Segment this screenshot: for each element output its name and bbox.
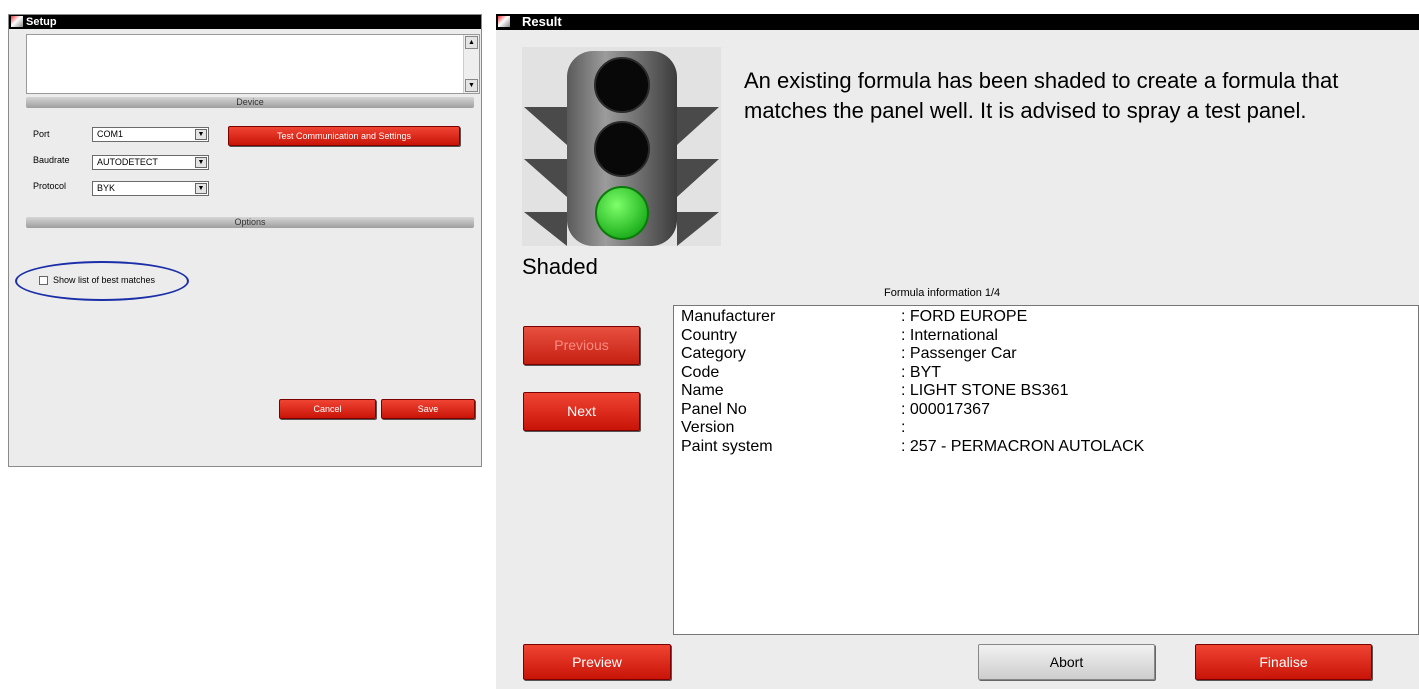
previous-button[interactable]: Previous bbox=[523, 326, 640, 365]
formula-info-panel: Manufacturer : FORD EUROPE Country : Intern… bbox=[673, 305, 1419, 635]
chevron-down-icon[interactable]: ▼ bbox=[195, 157, 207, 168]
port-select[interactable]: COM1 ▼ bbox=[92, 127, 209, 142]
formula-info-key: Code bbox=[681, 363, 720, 381]
amber-light bbox=[594, 121, 650, 177]
formula-info-header: Formula information 1/4 bbox=[884, 287, 1001, 299]
formula-info-value: : 257 - PERMACRON AUTOLACK bbox=[901, 437, 1145, 455]
save-button[interactable]: Save bbox=[381, 399, 475, 419]
formula-info-key: Country bbox=[681, 326, 738, 344]
protocol-value: BYK bbox=[97, 183, 116, 193]
formula-info-value: : bbox=[901, 419, 906, 436]
formula-info-value: : Passenger Car bbox=[901, 345, 1017, 362]
result-message: An existing formula has been shaded to c… bbox=[744, 68, 1339, 123]
app-logo-icon bbox=[11, 16, 23, 27]
traffic-light-icon bbox=[524, 51, 719, 246]
finalise-button[interactable]: Finalise bbox=[1195, 644, 1372, 680]
show-best-matches-checkbox[interactable] bbox=[39, 276, 48, 285]
traffic-light-panel bbox=[522, 47, 721, 246]
formula-info-key: Version bbox=[681, 419, 735, 436]
chevron-down-icon[interactable]: ▼ bbox=[195, 183, 207, 194]
baudrate-select[interactable]: AUTODETECT ▼ bbox=[92, 155, 209, 170]
formula-info-value: : LIGHT STONE BS361 bbox=[901, 382, 1069, 399]
green-light bbox=[595, 186, 649, 240]
next-button[interactable]: Next bbox=[523, 392, 640, 431]
formula-info-key: Panel No bbox=[681, 400, 747, 418]
chevron-down-icon[interactable]: ▼ bbox=[195, 129, 207, 140]
formula-info-key: Paint system bbox=[681, 437, 773, 455]
formula-info-key: Category bbox=[681, 345, 746, 362]
protocol-select[interactable]: BYK ▼ bbox=[92, 181, 209, 196]
test-communication-button[interactable]: Test Communication and Settings bbox=[228, 126, 460, 146]
result-window: Result An existing formula has been shad… bbox=[496, 14, 1419, 689]
formula-info-value: : BYT bbox=[901, 363, 942, 381]
formula-info-value: : FORD EUROPE bbox=[901, 308, 1028, 325]
app-logo-icon bbox=[498, 16, 510, 27]
cancel-button[interactable]: Cancel bbox=[279, 399, 376, 419]
result-status-label: Shaded bbox=[522, 254, 598, 279]
result-title: Result bbox=[522, 14, 562, 29]
formula-info-value: : 000017367 bbox=[901, 400, 990, 418]
scroll-down-icon[interactable]: ▼ bbox=[465, 79, 478, 92]
baudrate-value: AUTODETECT bbox=[97, 157, 158, 167]
show-best-matches-label: Show list of best matches bbox=[53, 275, 156, 285]
abort-button[interactable]: Abort bbox=[978, 644, 1155, 680]
setup-log-memo[interactable]: ▲ ▼ bbox=[26, 34, 480, 94]
device-section-header: Device bbox=[26, 97, 474, 108]
port-value: COM1 bbox=[97, 129, 124, 139]
red-light bbox=[594, 57, 650, 113]
scroll-up-icon[interactable]: ▲ bbox=[465, 36, 478, 49]
memo-scrollbar[interactable]: ▲ ▼ bbox=[463, 35, 479, 93]
protocol-label: Protocol bbox=[33, 181, 67, 191]
preview-button[interactable]: Preview bbox=[523, 644, 671, 680]
port-label: Port bbox=[33, 129, 50, 139]
formula-info-value: : International bbox=[901, 326, 998, 344]
setup-title: Setup bbox=[26, 16, 57, 28]
options-section-header: Options bbox=[26, 217, 474, 228]
formula-info-key: Manufacturer bbox=[681, 308, 776, 325]
result-title-bar: Result bbox=[496, 14, 1419, 30]
setup-title-bar: Setup bbox=[9, 15, 481, 29]
baudrate-label: Baudrate bbox=[33, 155, 70, 165]
setup-window: Setup ▲ ▼ Device Port COM1 ▼ Test Commun… bbox=[8, 14, 482, 467]
formula-info-key: Name bbox=[681, 382, 724, 399]
